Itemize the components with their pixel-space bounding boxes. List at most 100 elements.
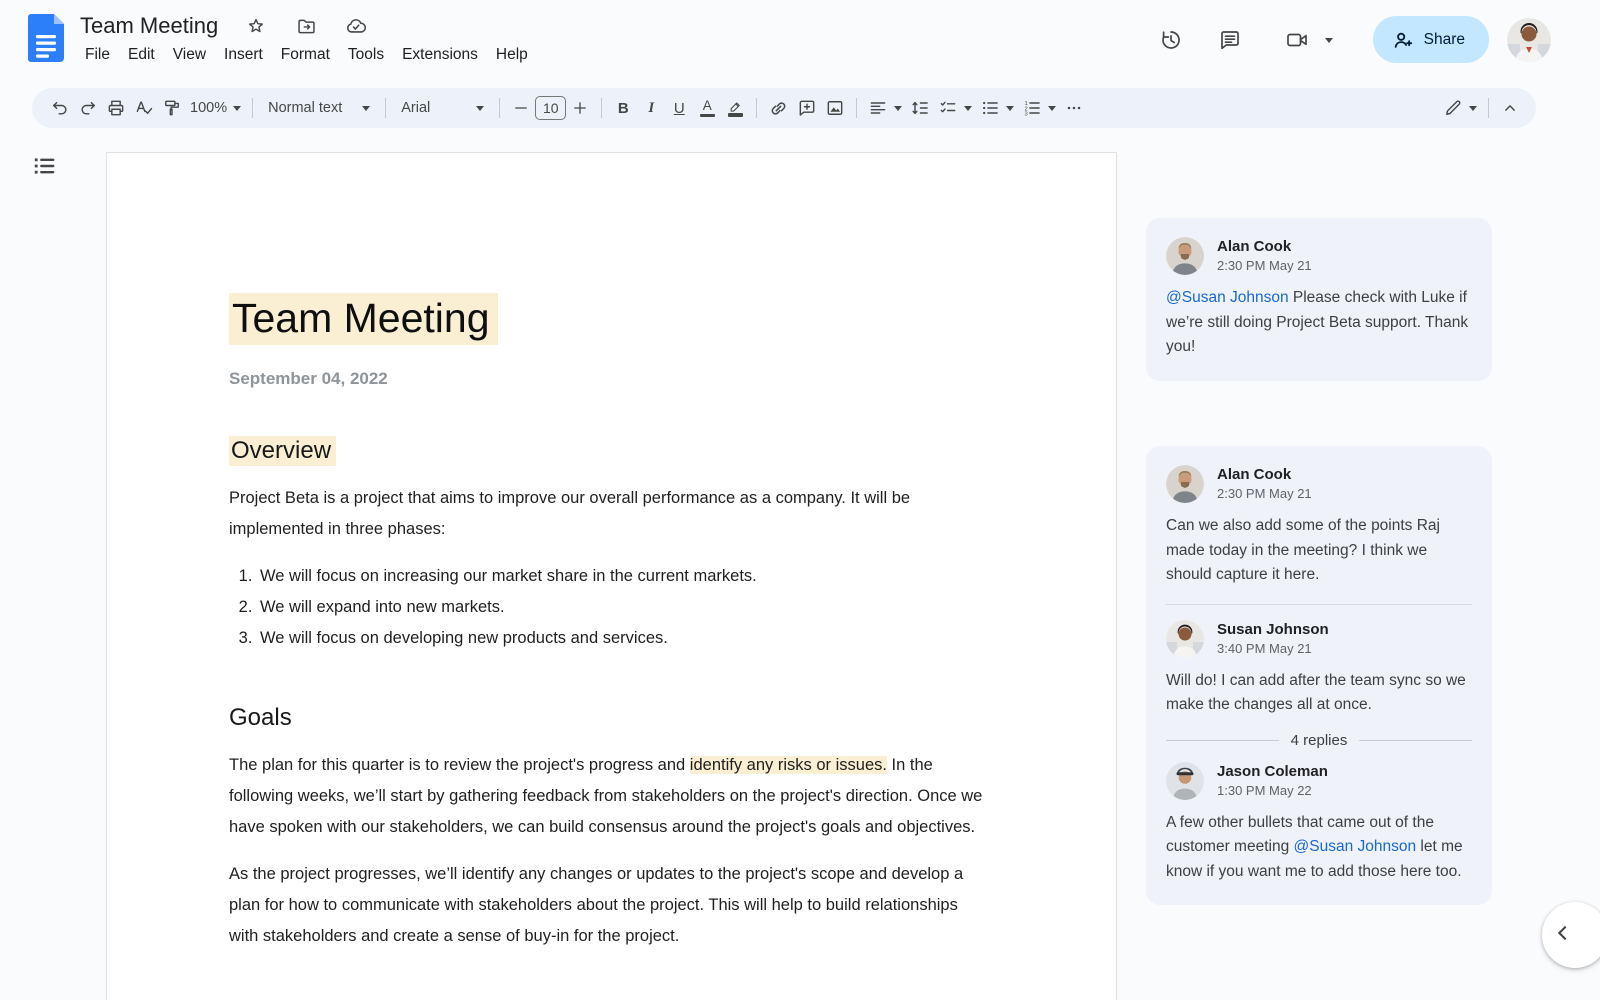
spell-check-button[interactable] [130, 94, 158, 122]
replies-toggle[interactable]: 4 replies [1166, 732, 1473, 749]
document-outline-icon [34, 158, 55, 174]
share-button[interactable]: Share [1372, 16, 1489, 63]
doc-date[interactable]: September 04, 2022 [229, 369, 990, 389]
doc-heading-goals[interactable]: Goals [229, 702, 990, 734]
show-outline-button[interactable] [28, 150, 60, 182]
highlight-color-button[interactable] [721, 94, 749, 122]
bold-button[interactable]: B [609, 94, 637, 122]
list-item[interactable]: We will focus on developing new products… [257, 623, 969, 654]
overview-numbered-list[interactable]: We will focus on increasing our market s… [229, 561, 969, 654]
toolbar-divider [1488, 98, 1489, 118]
collapse-panel-button[interactable] [1542, 902, 1600, 968]
editing-mode-chevron-down-icon [1469, 105, 1477, 111]
overview-paragraph[interactable]: Project Beta is a project that aims to i… [229, 483, 990, 545]
minus-icon [515, 107, 528, 109]
redo-button[interactable] [74, 94, 102, 122]
checklist-button[interactable] [934, 94, 976, 122]
line-spacing-icon [912, 101, 929, 115]
list-item[interactable]: We will expand into new markets. [257, 592, 969, 623]
move-folder-icon [298, 19, 315, 33]
editing-mode-button[interactable] [1439, 94, 1481, 122]
paint-format-button[interactable] [158, 94, 186, 122]
menu-extensions[interactable]: Extensions [393, 42, 487, 68]
checklist-chevron-down-icon [964, 105, 973, 111]
document-page[interactable]: Team Meeting September 04, 2022 Overview… [106, 152, 1117, 1000]
comment-body: Can we also add some of the points Raj m… [1166, 517, 1440, 583]
avatar [1166, 761, 1204, 800]
docs-logo-icon[interactable] [28, 14, 64, 62]
list-item[interactable]: We will focus on increasing our market s… [257, 561, 969, 592]
cloud-saved-button[interactable] [340, 10, 372, 42]
menu-file[interactable]: File [76, 42, 119, 68]
numbered-list-button[interactable]: 123 [1018, 94, 1060, 122]
toolbar-divider [856, 98, 858, 118]
cloud-saved-icon [347, 19, 367, 33]
menu-view[interactable]: View [164, 42, 215, 68]
collapse-up-icon [1505, 105, 1515, 111]
document-title[interactable]: Team Meeting [80, 13, 218, 39]
video-call-button[interactable] [1275, 18, 1319, 62]
align-button[interactable] [864, 94, 906, 122]
numbered-list-icon: 123 [1025, 101, 1041, 118]
video-call-chevron-down-icon[interactable] [1325, 37, 1333, 43]
doc-heading-title[interactable]: Team Meeting [229, 289, 990, 347]
svg-text:3: 3 [1025, 112, 1028, 118]
undo-icon [53, 101, 67, 115]
menu-insert[interactable]: Insert [215, 42, 272, 68]
font-select[interactable]: Arial [393, 94, 492, 122]
add-comment-button[interactable] [793, 94, 821, 122]
menu-tools[interactable]: Tools [339, 42, 393, 68]
bold-icon: B [617, 99, 629, 117]
menu-bar: File Edit View Insert Format Tools Exten… [76, 42, 537, 68]
menu-help[interactable]: Help [487, 42, 537, 68]
decrease-font-size-button[interactable] [507, 94, 535, 122]
insert-image-button[interactable] [821, 94, 849, 122]
comment-header: Jason Coleman 1:30 PM May 22 [1166, 761, 1472, 800]
more-options-button[interactable] [1060, 94, 1088, 122]
highlighted-title-text: Team Meeting [229, 293, 498, 345]
comment-author: Jason Coleman [1217, 762, 1328, 780]
menu-format[interactable]: Format [272, 42, 339, 68]
comment-timestamp: 3:40 PM May 21 [1217, 640, 1312, 656]
comment-thread-card[interactable]: Alan Cook 2:30 PM May 21 Can we also add… [1146, 446, 1492, 905]
insert-link-button[interactable] [764, 94, 793, 122]
undo-button[interactable] [46, 94, 74, 122]
font-size-input[interactable] [535, 96, 567, 120]
hide-menus-button[interactable] [1496, 94, 1524, 122]
version-history-button[interactable] [1149, 18, 1193, 62]
goals-paragraph-2[interactable]: As the project progresses, we’ll identif… [229, 859, 990, 952]
open-comments-button[interactable] [1208, 18, 1252, 62]
font-value: Arial [401, 100, 431, 116]
mention-link[interactable]: @Susan Johnson [1294, 838, 1417, 855]
toolbar-divider [499, 98, 501, 118]
comment-timestamp: 2:30 PM May 21 [1217, 486, 1312, 501]
account-avatar-image [1507, 18, 1551, 62]
italic-button[interactable]: I [637, 94, 665, 122]
comment-card[interactable]: Alan Cook 2:30 PM May 21 @Susan Johnson … [1146, 218, 1492, 381]
zoom-select[interactable]: 100% [186, 94, 245, 122]
move-folder-button[interactable] [290, 10, 322, 42]
star-button[interactable] [240, 10, 272, 42]
underline-button[interactable]: U [665, 94, 693, 122]
share-button-label: Share [1423, 30, 1465, 48]
account-avatar[interactable] [1507, 18, 1551, 62]
increase-font-size-button[interactable] [566, 94, 594, 122]
comment-header: Susan Johnson 3:40 PM May 21 [1166, 619, 1472, 658]
mention-link[interactable]: @Susan Johnson [1166, 289, 1289, 306]
editing-mode-pen-icon [1446, 100, 1461, 115]
doc-heading-overview[interactable]: Overview [229, 435, 990, 467]
line-spacing-button[interactable] [906, 94, 934, 122]
bulleted-list-chevron-down-icon [1006, 105, 1015, 111]
chevron-left-icon [1557, 925, 1573, 941]
app-header: Team Meeting File Edit View Insert Forma… [0, 0, 1600, 80]
paragraph-style-select[interactable]: Normal text [260, 94, 378, 122]
menu-edit[interactable]: Edit [119, 42, 164, 68]
avatar [1166, 465, 1204, 503]
toolbar-divider [601, 98, 603, 118]
bulleted-list-button[interactable] [976, 94, 1018, 122]
goals-paragraph-1[interactable]: The plan for this quarter is to review t… [229, 750, 990, 843]
toolbar-divider [756, 98, 758, 118]
text-color-button[interactable]: A [693, 94, 721, 122]
video-call-icon [1287, 33, 1307, 47]
print-button[interactable] [102, 94, 130, 122]
